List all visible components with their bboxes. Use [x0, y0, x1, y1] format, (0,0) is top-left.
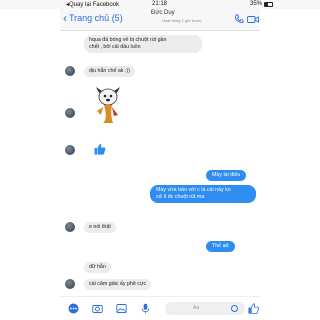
message-line: hqua đá bóng về bị chuột rút gần: [89, 37, 167, 43]
contact-avatar[interactable]: [65, 279, 75, 289]
back-label: Trang chủ (5): [69, 13, 123, 23]
like-icon: [94, 143, 106, 155]
message-input[interactable]: Aa: [165, 302, 245, 315]
contact-avatar[interactable]: [65, 108, 75, 118]
back-button[interactable]: ‹ Trang chủ (5): [63, 12, 123, 24]
contact-name[interactable]: Đức Duy: [151, 10, 175, 16]
input-placeholder: Aa: [193, 305, 200, 311]
emoji-icon[interactable]: [231, 305, 238, 312]
battery-icon: [264, 2, 273, 7]
outgoing-message: Mày lại điêu: [206, 170, 247, 181]
like-icon[interactable]: [248, 303, 259, 314]
message-text: dữ hẳn: [89, 264, 106, 270]
battery-percent: 35%: [250, 1, 263, 7]
message-text: dịu hẳn chế ak :)): [89, 68, 130, 74]
outgoing-message: Mày vừa bảo với c là cái này ko xử lí dc…: [150, 185, 256, 203]
incoming-message: cái cảm giác ấy phê cực: [84, 279, 152, 290]
status-bar: ◂Quay lại Facebook 21:18 35%: [0, 0, 320, 9]
contact-avatar[interactable]: [65, 222, 75, 232]
message-list[interactable]: hqua đá bóng về bị chuột rút gần chết , …: [60, 31, 260, 296]
outgoing-message: Thế ạd: [206, 241, 235, 252]
dog-sticker[interactable]: [92, 85, 124, 125]
message-text: e nói thật: [89, 224, 111, 230]
back-to-facebook-link[interactable]: ◂Quay lại Facebook: [66, 1, 119, 8]
contact-avatar[interactable]: [65, 145, 75, 155]
video-camera-icon[interactable]: [247, 15, 259, 24]
incoming-message: dịu hẳn chế ak :)): [84, 66, 135, 77]
message-line: chết , bôi cái dầu luôn: [89, 44, 141, 50]
message-text: Thế ạd: [212, 243, 229, 249]
message-line: xử lí dc chuột rút ma: [156, 194, 205, 200]
message-text: Mày lại điêu: [212, 172, 241, 178]
microphone-icon[interactable]: [140, 303, 151, 314]
message-text: cái cảm giác ấy phê cực: [89, 281, 147, 287]
chat-header: ‹ Trang chủ (5) Đức Duy Hoạt động 1 giờ …: [60, 9, 260, 31]
clock: 21:18: [152, 1, 168, 7]
incoming-message: hqua đá bóng về bị chuột rút gần chết , …: [84, 35, 202, 53]
contact-avatar[interactable]: [65, 66, 75, 76]
message-composer: Aa: [60, 296, 260, 320]
active-status: Hoạt động 1 giờ trước: [162, 18, 202, 23]
phone-icon[interactable]: [234, 14, 244, 24]
camera-icon[interactable]: [92, 303, 103, 314]
incoming-message: e nói thật: [84, 222, 116, 233]
chevron-left-icon: ‹: [63, 11, 67, 25]
message-line: Mày vừa bảo với c là cái này ko: [156, 187, 231, 193]
more-icon[interactable]: [68, 303, 79, 314]
image-icon[interactable]: [116, 303, 127, 314]
incoming-message: dữ hẳn: [84, 262, 111, 273]
